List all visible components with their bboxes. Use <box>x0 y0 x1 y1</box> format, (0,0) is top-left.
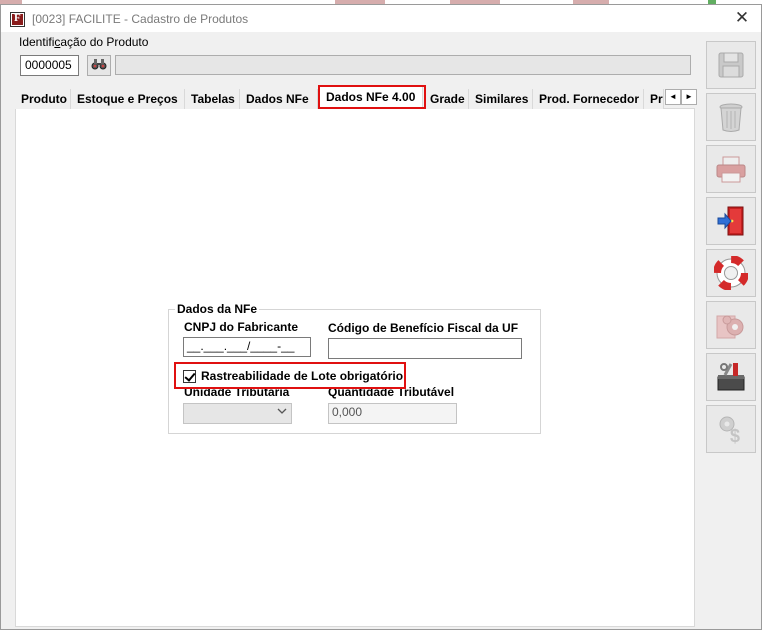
group-title: Dados da NFe <box>175 302 260 316</box>
search-product-button[interactable] <box>87 55 111 76</box>
tab-estoque-e-precos[interactable]: Estoque e Preços <box>71 89 185 109</box>
settings-button[interactable] <box>706 301 756 349</box>
tab-highlight-box <box>318 85 426 109</box>
unidade-tributaria-select[interactable] <box>183 403 292 424</box>
tools-button[interactable] <box>706 353 756 401</box>
floppy-disk-icon <box>716 50 746 80</box>
tab-produto[interactable]: Produto <box>15 89 71 109</box>
pricing-button[interactable]: $ <box>706 405 756 453</box>
trash-can-icon <box>716 101 746 133</box>
product-code-field[interactable]: 0000005 <box>20 55 79 76</box>
delete-button[interactable] <box>706 93 756 141</box>
tab-truncated[interactable]: Pr <box>644 89 664 109</box>
toolbox-icon <box>715 361 747 393</box>
tab-tabelas[interactable]: Tabelas <box>185 89 240 109</box>
beneficio-fiscal-label: Código de Benefício Fiscal da UF <box>328 321 519 335</box>
product-registration-window: [0023] FACILITE - Cadastro de Produtos ✕… <box>0 4 762 630</box>
chevron-down-icon <box>277 407 287 418</box>
tab-scroll-left-button[interactable]: ◄ <box>665 89 681 105</box>
tab-prod-fornecedor[interactable]: Prod. Fornecedor <box>533 89 644 109</box>
window-title: [0023] FACILITE - Cadastro de Produtos <box>32 12 249 26</box>
tab-scroll-right-button[interactable]: ► <box>681 89 697 105</box>
binoculars-icon <box>91 58 107 73</box>
printer-icon <box>715 154 747 184</box>
beneficio-fiscal-field[interactable] <box>328 338 522 359</box>
cnpj-field[interactable]: __.___.___/____-__ <box>183 337 311 357</box>
print-button[interactable] <box>706 145 756 193</box>
help-button[interactable] <box>706 249 756 297</box>
quantidade-tributavel-field[interactable]: 0,000 <box>328 403 457 424</box>
title-bar: [0023] FACILITE - Cadastro de Produtos ✕ <box>1 5 761 32</box>
exit-button[interactable] <box>706 197 756 245</box>
product-id-label: Identificação do Produto <box>19 35 149 49</box>
product-name-field[interactable] <box>115 55 691 75</box>
tab-grade[interactable]: Grade <box>424 89 469 109</box>
cnpj-label: CNPJ do Fabricante <box>184 320 299 334</box>
exit-door-icon <box>716 205 746 237</box>
gears-icon <box>715 310 747 340</box>
app-logo-icon <box>10 12 25 27</box>
lifebuoy-icon <box>714 256 748 290</box>
tab-similares[interactable]: Similares <box>469 89 533 109</box>
svg-text:$: $ <box>730 426 740 445</box>
tab-dados-nfe[interactable]: Dados NFe <box>240 89 318 109</box>
checkbox-highlight-box <box>174 362 406 389</box>
dollar-gear-icon: $ <box>716 413 746 445</box>
save-button[interactable] <box>706 41 756 89</box>
close-button[interactable]: ✕ <box>733 8 751 28</box>
